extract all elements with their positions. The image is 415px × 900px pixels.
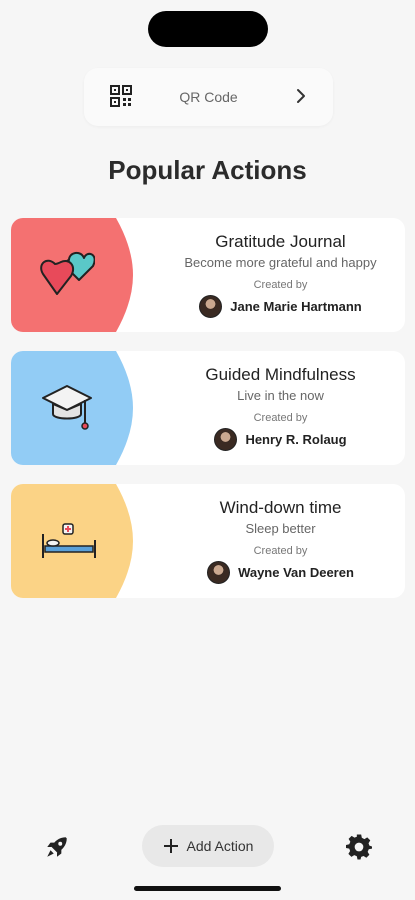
home-indicator xyxy=(134,886,281,891)
card-subtitle: Become more grateful and happy xyxy=(184,255,377,270)
action-card-guided-mindfulness[interactable]: Guided Mindfulness Live in the now Creat… xyxy=(11,351,405,465)
card-title: Gratitude Journal xyxy=(215,232,346,251)
page-title: Popular Actions xyxy=(108,155,307,185)
qr-code-button[interactable]: QR Code xyxy=(84,68,333,126)
add-action-label: Add Action xyxy=(186,838,254,854)
hospital-bed-icon xyxy=(42,523,96,558)
card-subtitle: Live in the now xyxy=(237,388,324,403)
card-title: Guided Mindfulness xyxy=(205,365,356,384)
dynamic-island xyxy=(148,11,268,47)
created-by-label: Created by xyxy=(253,412,308,424)
avatar xyxy=(214,427,238,451)
card-subtitle: Sleep better xyxy=(245,521,316,536)
avatar xyxy=(199,294,223,318)
card-art xyxy=(11,218,133,332)
author-name: Jane Marie Hartmann xyxy=(230,298,362,314)
author-name: Wayne Van Deeren xyxy=(238,564,354,580)
author-name: Henry R. Rolaug xyxy=(245,431,347,447)
action-card-gratitude-journal[interactable]: Gratitude Journal Become more grateful a… xyxy=(11,218,405,332)
card-art xyxy=(11,351,133,465)
rocket-icon[interactable] xyxy=(44,834,70,860)
card-author: Henry R. Rolaug xyxy=(156,427,405,451)
created-by-label: Created by xyxy=(253,545,308,557)
action-card-wind-down-time[interactable]: Wind-down time Sleep better Created by W… xyxy=(11,484,405,598)
created-by-label: Created by xyxy=(253,279,308,291)
card-title: Wind-down time xyxy=(219,498,342,517)
chevron-right-icon xyxy=(297,89,305,103)
plus-icon xyxy=(163,839,178,853)
hearts-icon xyxy=(40,252,95,295)
card-author: Wayne Van Deeren xyxy=(156,560,405,584)
bottom-bar: Add Action xyxy=(0,820,415,875)
graduation-cap-icon xyxy=(42,385,92,430)
gear-icon[interactable] xyxy=(346,834,372,860)
card-author: Jane Marie Hartmann xyxy=(156,294,405,318)
add-action-button[interactable]: Add Action xyxy=(142,825,274,867)
card-art xyxy=(11,484,133,598)
avatar xyxy=(207,560,231,584)
